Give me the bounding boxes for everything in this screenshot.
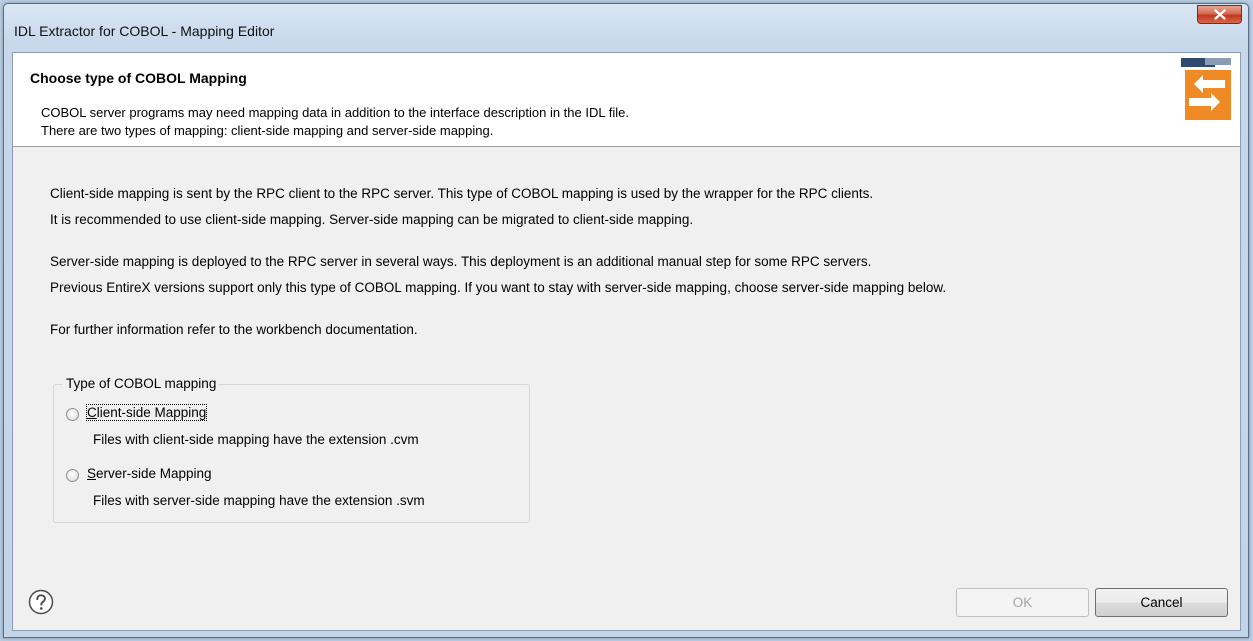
close-icon [1213,9,1226,20]
title-bar[interactable]: IDL Extractor for COBOL - Mapping Editor [4,4,1248,52]
mapping-type-group: Type of COBOL mapping Client-side Mappin… [53,376,530,523]
wizard-banner: Choose type of COBOL Mapping COBOL serve… [13,53,1240,147]
client-side-info-line-1: Client-side mapping is sent by the RPC c… [50,186,874,201]
client-side-mnemonic: C [87,405,97,420]
cancel-button[interactable]: Cancel [1095,588,1228,617]
client-side-radio-label[interactable]: Client-side Mapping [85,404,208,421]
client-side-description: Files with client-side mapping have the … [93,432,419,447]
window-title: IDL Extractor for COBOL - Mapping Editor [14,23,275,39]
ok-button[interactable]: OK [956,588,1089,617]
server-side-mnemonic: S [87,466,97,481]
server-side-radio-label[interactable]: Server-side Mapping [87,466,212,481]
help-question-icon[interactable] [28,589,54,615]
server-side-info-line-1: Server-side mapping is deployed to the R… [50,254,872,269]
server-side-radio[interactable] [66,469,79,482]
client-side-radio[interactable] [66,408,79,421]
dialog-window: IDL Extractor for COBOL - Mapping Editor… [3,3,1249,638]
mapping-type-legend: Type of COBOL mapping [63,376,220,391]
client-side-info-line-2: It is recommended to use client-side map… [50,212,694,227]
server-side-description: Files with server-side mapping have the … [93,493,425,508]
server-side-info-line-2: Previous EntireX versions support only t… [50,280,947,295]
banner-description-line-2: There are two types of mapping: client-s… [41,123,494,138]
server-side-label-text: erver-side Mapping [96,466,212,481]
banner-description-line-1: COBOL server programs may need mapping d… [41,105,629,120]
dialog-content: Choose type of COBOL Mapping COBOL serve… [12,52,1241,631]
close-button[interactable] [1197,5,1242,24]
banner-title: Choose type of COBOL Mapping [30,70,247,86]
mapping-arrows-icon [1181,58,1231,120]
further-info-text: For further information refer to the wor… [50,322,418,337]
client-side-label-text: lient-side Mapping [96,405,207,420]
